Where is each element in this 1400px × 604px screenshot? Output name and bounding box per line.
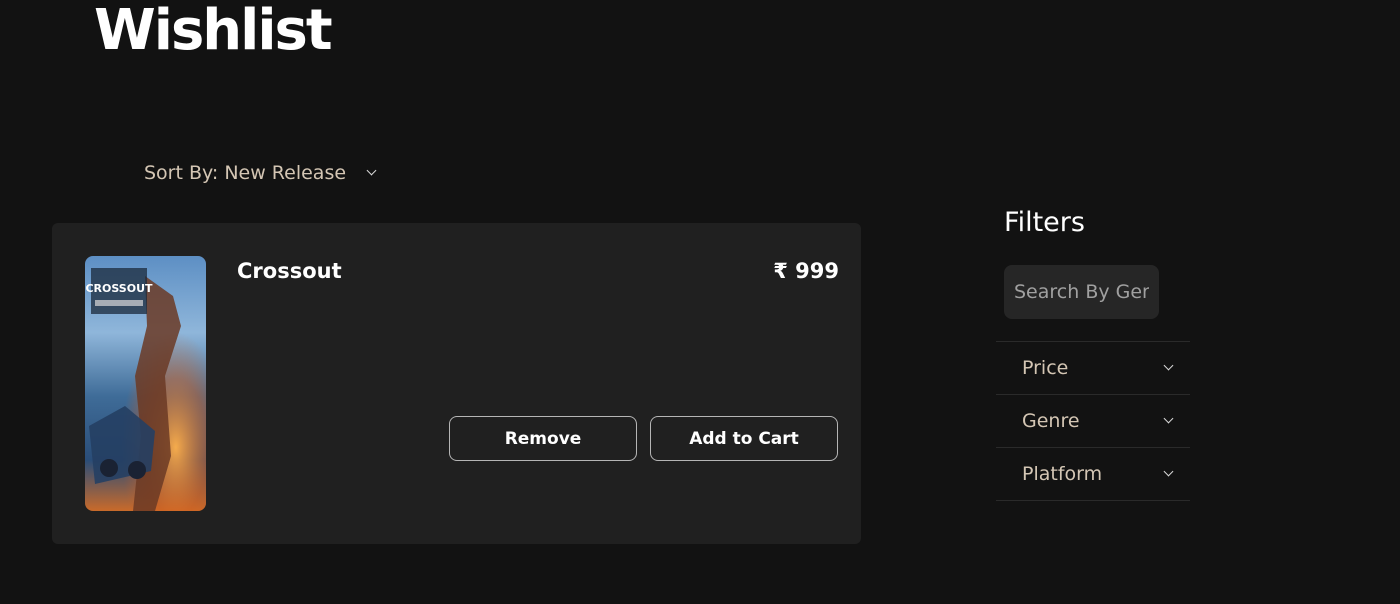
- game-cover-image[interactable]: CROSSOUT: [85, 256, 206, 511]
- cover-logo-text: CROSSOUT: [85, 282, 153, 295]
- sort-label: Sort By: New Release: [144, 162, 347, 184]
- add-to-cart-button[interactable]: Add to Cart: [650, 416, 838, 461]
- wishlist-page: Wishlist Sort By: New Release CROSSOUT C…: [0, 0, 1400, 604]
- genre-search-input[interactable]: [1004, 265, 1159, 319]
- sort-dropdown[interactable]: Sort By: New Release: [144, 162, 377, 184]
- chevron-down-icon: [366, 165, 377, 176]
- filter-label: Genre: [1022, 410, 1080, 432]
- remove-button[interactable]: Remove: [449, 416, 637, 461]
- filters-heading: Filters: [1004, 207, 1085, 238]
- filters-panel: Filters Price Genre Platform: [996, 206, 1190, 501]
- filter-list: Price Genre Platform: [996, 341, 1190, 501]
- game-title[interactable]: Crossout: [237, 259, 342, 283]
- chevron-down-icon: [1163, 466, 1174, 477]
- game-price: ₹ 999: [773, 259, 839, 283]
- filter-label: Platform: [1022, 463, 1103, 485]
- filter-price[interactable]: Price: [996, 342, 1190, 395]
- page-title: Wishlist: [94, 0, 333, 63]
- filter-label: Price: [1022, 357, 1069, 379]
- chevron-down-icon: [1163, 413, 1174, 424]
- filter-genre[interactable]: Genre: [996, 395, 1190, 448]
- wishlist-item-card: CROSSOUT Crossout ₹ 999 Remove Add to Ca…: [52, 223, 861, 544]
- filter-platform[interactable]: Platform: [996, 448, 1190, 501]
- chevron-down-icon: [1163, 360, 1174, 371]
